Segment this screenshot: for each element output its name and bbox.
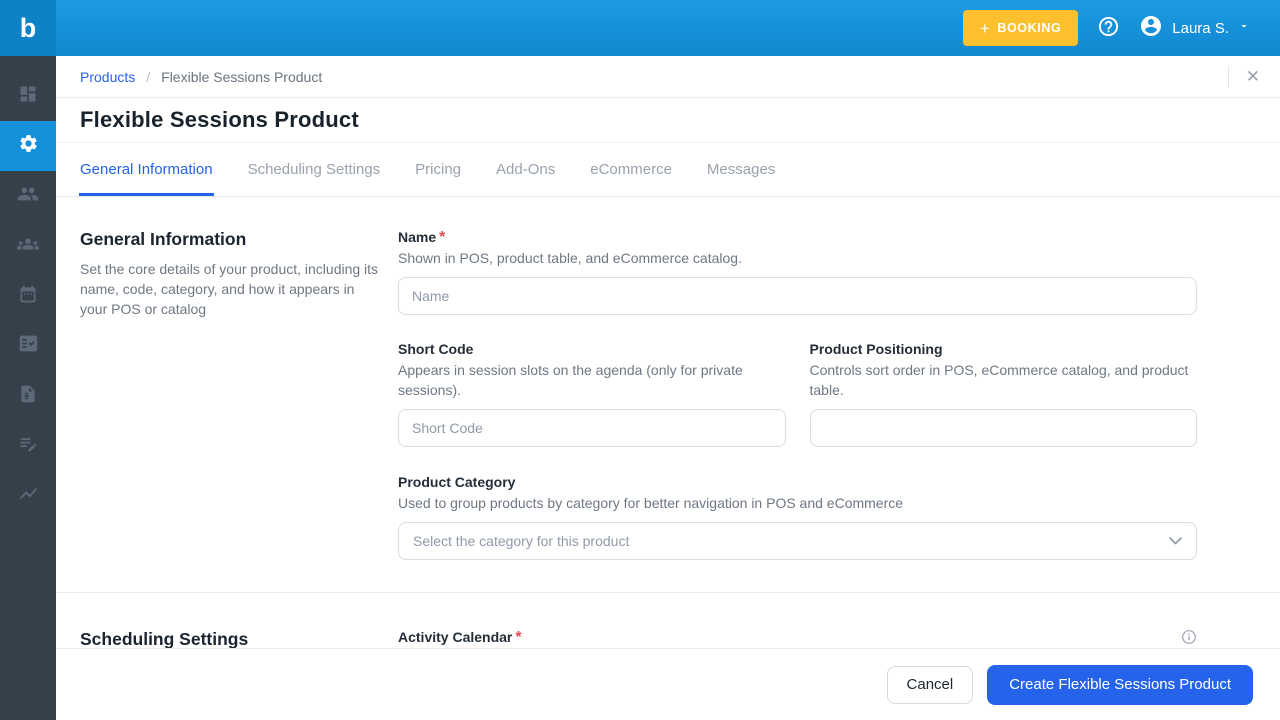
general-information-fields: Name * Shown in POS, product table, and e… xyxy=(398,229,1197,560)
product-positioning-label: Product Positioning xyxy=(809,341,943,357)
section-heading-general: General Information xyxy=(80,229,247,249)
sidebar-item-calendar[interactable] xyxy=(0,271,56,321)
tab-add-ons[interactable]: Add-Ons xyxy=(496,143,555,196)
users-icon xyxy=(17,183,39,210)
user-menu[interactable]: Laura S. xyxy=(1139,14,1250,43)
chevron-down-icon xyxy=(1169,532,1182,550)
tabs-bar: General Information Scheduling Settings … xyxy=(56,143,1280,197)
footer-action-bar: Cancel Create Flexible Sessions Product xyxy=(56,648,1280,720)
general-information-section: General Information Set the core details… xyxy=(56,197,1280,560)
product-category-select-placeholder: Select the category for this product xyxy=(413,533,630,549)
required-asterisk: * xyxy=(515,629,522,646)
sidebar-item-customers[interactable] xyxy=(0,171,56,221)
product-category-label: Product Category xyxy=(398,474,516,490)
invoice-icon xyxy=(18,384,38,409)
calendar-icon xyxy=(18,284,38,309)
create-product-button[interactable]: Create Flexible Sessions Product xyxy=(987,664,1253,705)
sidebar-item-settings[interactable] xyxy=(0,121,56,171)
name-field-group: Name * Shown in POS, product table, and e… xyxy=(398,229,1197,315)
product-positioning-field-group: Product Positioning Controls sort order … xyxy=(809,341,1197,447)
chevron-down-icon xyxy=(1238,19,1250,37)
code-positioning-row: Short Code Appears in session slots on t… xyxy=(398,341,1197,447)
user-name: Laura S. xyxy=(1172,19,1229,37)
title-bar: Flexible Sessions Product xyxy=(56,98,1280,143)
trend-chart-icon xyxy=(18,483,39,509)
sidebar-item-reports[interactable] xyxy=(0,471,56,521)
scheduling-settings-fields: Activity Calendar * xyxy=(398,629,1197,648)
group-icon xyxy=(17,233,39,260)
sidebar-item-groups[interactable] xyxy=(0,221,56,271)
topbar-actions: + BOOKING Laura S. xyxy=(962,10,1280,46)
sidebar-nav xyxy=(0,56,56,720)
short-code-help-text: Appears in session slots on the agenda (… xyxy=(398,362,743,398)
product-category-field-group: Product Category Used to group products … xyxy=(398,474,1197,560)
close-icon: ✕ xyxy=(1245,67,1260,86)
body-row: Products / Flexible Sessions Product ✕ F… xyxy=(0,56,1280,720)
activity-calendar-label-row: Activity Calendar * xyxy=(398,629,1197,647)
section-heading-scheduling: Scheduling Settings xyxy=(80,629,249,648)
page-title: Flexible Sessions Product xyxy=(80,107,359,132)
general-information-intro: General Information Set the core details… xyxy=(80,229,380,560)
note-edit-icon xyxy=(18,433,39,459)
breadcrumb: Products / Flexible Sessions Product ✕ xyxy=(56,56,1280,98)
breadcrumb-current-page: Flexible Sessions Product xyxy=(161,68,323,85)
form-scroll-area[interactable]: General Information Set the core details… xyxy=(56,197,1280,648)
new-booking-button[interactable]: + BOOKING xyxy=(962,10,1079,46)
name-input[interactable] xyxy=(398,277,1197,315)
top-bar: b + BOOKING Laura S. xyxy=(0,0,1280,56)
main-panel: Products / Flexible Sessions Product ✕ F… xyxy=(56,56,1280,720)
short-code-label: Short Code xyxy=(398,341,474,357)
name-label: Name xyxy=(398,229,437,245)
dashboard-icon xyxy=(18,84,38,109)
settings-gear-icon xyxy=(18,133,39,159)
tab-pricing[interactable]: Pricing xyxy=(415,143,461,196)
sidebar-item-dashboard[interactable] xyxy=(0,71,56,121)
tab-general-information[interactable]: General Information xyxy=(79,143,214,196)
plus-icon: + xyxy=(979,18,991,38)
short-code-field-group: Short Code Appears in session slots on t… xyxy=(398,341,786,447)
sidebar-item-invoices[interactable] xyxy=(0,371,56,421)
help-button[interactable] xyxy=(1097,15,1120,41)
breadcrumb-divider xyxy=(1227,65,1229,88)
product-positioning-help-text: Controls sort order in POS, eCommerce ca… xyxy=(809,362,1189,398)
required-asterisk: * xyxy=(439,229,446,246)
product-category-select[interactable]: Select the category for this product xyxy=(398,522,1197,560)
activity-calendar-field-group: Activity Calendar * xyxy=(398,629,1197,648)
scheduling-settings-section: Scheduling Settings Activity Calendar * xyxy=(56,593,1280,648)
close-button[interactable]: ✕ xyxy=(1246,68,1260,85)
new-booking-label: BOOKING xyxy=(997,21,1062,35)
app-logo-glyph: b xyxy=(19,12,37,43)
breadcrumb-link-products[interactable]: Products xyxy=(80,69,135,85)
scheduling-settings-intro: Scheduling Settings xyxy=(80,629,380,648)
avatar xyxy=(1139,14,1163,43)
tab-messages[interactable]: Messages xyxy=(707,143,775,196)
cancel-button[interactable]: Cancel xyxy=(886,665,974,704)
product-category-help-text: Used to group products by category for b… xyxy=(398,495,904,511)
tab-ecommerce[interactable]: eCommerce xyxy=(590,143,672,196)
checklist-icon xyxy=(18,333,39,359)
tab-scheduling-settings[interactable]: Scheduling Settings xyxy=(248,143,381,196)
help-icon xyxy=(1097,15,1120,41)
app-logo[interactable]: b xyxy=(0,0,56,56)
short-code-input[interactable] xyxy=(398,409,786,447)
product-positioning-input[interactable] xyxy=(809,409,1197,447)
breadcrumb-separator: / xyxy=(146,68,151,85)
sidebar-item-notes[interactable] xyxy=(0,421,56,471)
name-help-text: Shown in POS, product table, and eCommer… xyxy=(398,250,742,266)
sidebar-item-checklist[interactable] xyxy=(0,321,56,371)
activity-calendar-label: Activity Calendar xyxy=(398,629,513,645)
info-icon[interactable] xyxy=(1181,629,1197,645)
section-description-general: Set the core details of your product, in… xyxy=(80,261,379,317)
app-window: b + BOOKING Laura S. Products / Flexible… xyxy=(0,0,1280,720)
